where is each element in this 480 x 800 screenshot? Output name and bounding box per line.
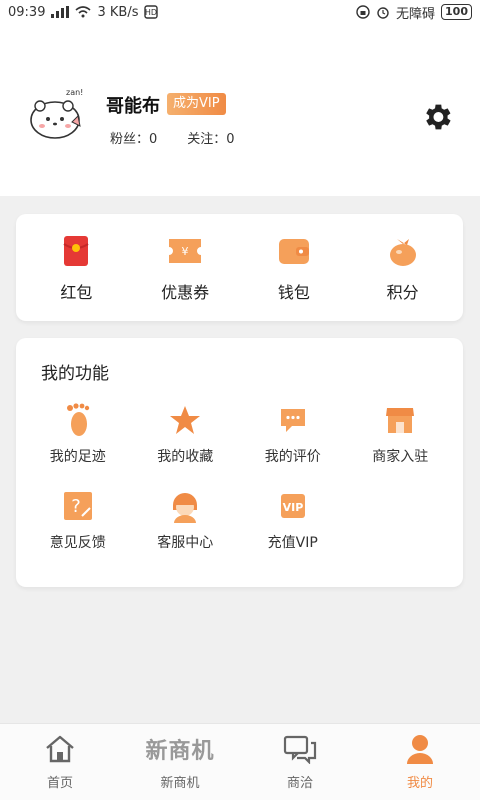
feedback-icon: ? bbox=[60, 488, 96, 524]
merchant-join-label: 商家入驻 bbox=[372, 449, 429, 465]
points-icon bbox=[385, 233, 421, 269]
footprint-icon bbox=[60, 402, 96, 438]
brand-text: 新商机 bbox=[145, 739, 215, 764]
alarm-icon bbox=[376, 5, 390, 19]
wallet-card: 红包 ¥ 优惠券 钱包 积分 bbox=[16, 214, 463, 321]
bottom-tab-bar: 首页 新商机 新商机 商洽 我的 bbox=[0, 723, 480, 800]
username: 哥能布 bbox=[106, 96, 160, 117]
reviews-button[interactable]: 我的评价 bbox=[239, 402, 347, 466]
recharge-vip-label: 充值VIP bbox=[267, 535, 318, 551]
network-speed: 3 KB/s bbox=[97, 4, 139, 20]
recharge-vip-button[interactable]: VIP 充值VIP bbox=[239, 488, 347, 552]
signal-icon bbox=[51, 6, 70, 18]
points-label: 积分 bbox=[386, 282, 419, 302]
status-time: 09:39 bbox=[8, 4, 46, 20]
battery-icon: 100 bbox=[441, 4, 472, 20]
footprint-button[interactable]: 我的足迹 bbox=[24, 402, 132, 466]
become-vip-button[interactable]: 成为VIP bbox=[167, 93, 226, 115]
tab-mine-label: 我的 bbox=[406, 776, 433, 791]
lock-rotation-icon bbox=[356, 5, 370, 19]
carrier-text: 无障碍 bbox=[396, 6, 436, 22]
wifi-icon bbox=[75, 6, 91, 18]
favorites-button[interactable]: 我的收藏 bbox=[132, 402, 240, 466]
reviews-label: 我的评价 bbox=[264, 449, 321, 465]
coupon-label: 优惠券 bbox=[161, 282, 210, 302]
svg-text:HD: HD bbox=[145, 8, 157, 17]
footprint-label: 我的足迹 bbox=[49, 449, 106, 465]
avatar-text: zan! bbox=[66, 88, 83, 97]
tab-negotiation-label: 商洽 bbox=[286, 776, 313, 791]
profile-header: zan! 哥能布 成为VIP 粉丝：0 关注：0 bbox=[0, 24, 480, 196]
customer-service-button[interactable]: 客服中心 bbox=[132, 488, 240, 552]
home-icon bbox=[44, 732, 76, 766]
following-count[interactable]: 关注：0 bbox=[187, 128, 234, 147]
feedback-label: 意见反馈 bbox=[49, 535, 106, 551]
star-icon bbox=[167, 402, 203, 438]
wallet-icon bbox=[276, 233, 312, 269]
vip-icon: VIP bbox=[275, 488, 311, 524]
settings-gear-icon[interactable] bbox=[420, 100, 454, 134]
feedback-button[interactable]: ? 意见反馈 bbox=[24, 488, 132, 552]
tab-negotiation[interactable]: 商洽 bbox=[240, 724, 360, 800]
favorites-label: 我的收藏 bbox=[157, 449, 214, 465]
coupon-icon: ¥ bbox=[167, 233, 203, 269]
wallet-button[interactable]: 钱包 bbox=[246, 233, 342, 303]
avatar[interactable]: zan! bbox=[28, 86, 86, 144]
store-icon bbox=[382, 402, 418, 438]
tab-home[interactable]: 首页 bbox=[0, 724, 120, 800]
red-packet-icon bbox=[58, 233, 94, 269]
chat-icon bbox=[283, 732, 317, 766]
profile-stats: 粉丝：0 关注：0 bbox=[110, 128, 235, 147]
status-bar: 09:39 3 KB/s HD 无障碍 100 bbox=[0, 0, 480, 24]
coupon-button[interactable]: ¥ 优惠券 bbox=[137, 233, 233, 303]
svg-text:¥: ¥ bbox=[182, 245, 189, 258]
customer-service-icon bbox=[167, 488, 203, 524]
svg-text:?: ? bbox=[71, 496, 81, 517]
functions-card: 我的功能 我的足迹 我的收藏 我的评价 商家入驻 ? 意见反馈 客服中心 VIP… bbox=[16, 338, 463, 587]
fans-count[interactable]: 粉丝：0 bbox=[110, 128, 157, 147]
svg-text:VIP: VIP bbox=[282, 501, 303, 514]
wallet-label: 钱包 bbox=[277, 282, 310, 302]
hd-icon: HD bbox=[144, 5, 159, 19]
brand-text-icon: 新商机 bbox=[145, 732, 214, 766]
tab-mine[interactable]: 我的 bbox=[360, 724, 480, 800]
functions-title: 我的功能 bbox=[41, 364, 109, 384]
comment-icon bbox=[275, 402, 311, 438]
customer-service-label: 客服中心 bbox=[157, 535, 214, 551]
red-packet-button[interactable]: 红包 bbox=[28, 233, 124, 303]
tab-home-label: 首页 bbox=[46, 776, 73, 791]
points-button[interactable]: 积分 bbox=[355, 233, 451, 303]
red-packet-label: 红包 bbox=[60, 282, 93, 302]
merchant-join-button[interactable]: 商家入驻 bbox=[347, 402, 455, 466]
tab-opportunities-label: 新商机 bbox=[160, 776, 200, 791]
user-icon bbox=[405, 732, 435, 766]
tab-opportunities[interactable]: 新商机 新商机 bbox=[120, 724, 240, 800]
